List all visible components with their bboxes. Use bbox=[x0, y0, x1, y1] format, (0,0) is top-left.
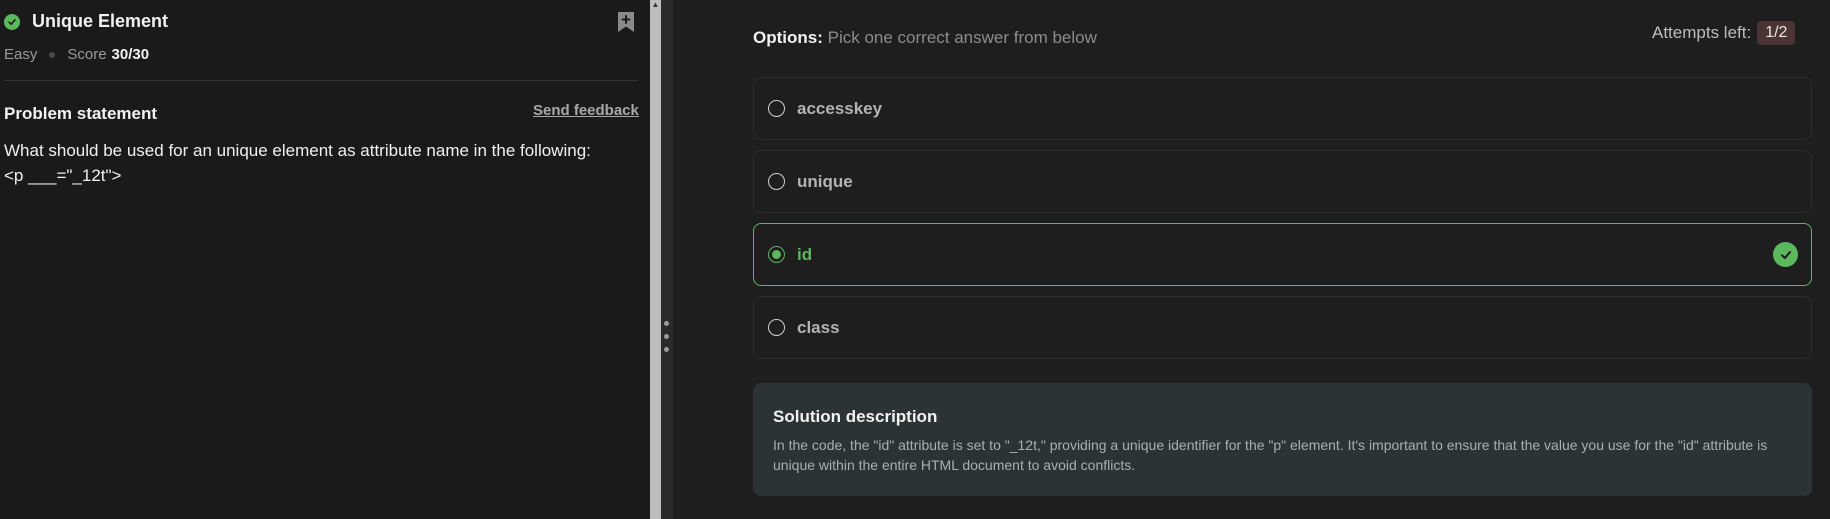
score-value: 30/30 bbox=[111, 46, 150, 63]
problem-statement: What should be used for an unique elemen… bbox=[4, 138, 644, 188]
option-label: unique bbox=[797, 171, 853, 191]
solution-title: Solution description bbox=[773, 407, 938, 426]
drag-dot-icon bbox=[664, 321, 669, 326]
attempts-indicator: Attempts left: 1/2 bbox=[1652, 21, 1796, 45]
answer-panel: Options: Pick one correct answer from be… bbox=[673, 0, 1830, 519]
option-unique[interactable]: unique bbox=[753, 150, 1812, 213]
app-root: Unique Element Easy Score 30/30 Problem … bbox=[0, 0, 1830, 519]
radio-selected-dot bbox=[772, 250, 781, 259]
radio-button-selected[interactable] bbox=[768, 246, 785, 263]
options-heading: Options: Pick one correct answer from be… bbox=[753, 28, 1097, 48]
statement-line: What should be used for an unique elemen… bbox=[4, 141, 591, 160]
attempts-label: Attempts left: bbox=[1652, 23, 1752, 42]
correct-check-icon bbox=[1773, 242, 1798, 267]
send-feedback-link[interactable]: Send feedback bbox=[533, 102, 639, 119]
panel-resize-handle[interactable] bbox=[661, 0, 673, 519]
problem-title: Unique Element bbox=[32, 11, 169, 31]
attempts-badge: 1/2 bbox=[1757, 21, 1796, 45]
solution-description: Solution description In the code, the "i… bbox=[753, 383, 1812, 496]
problem-meta: Easy Score 30/30 bbox=[4, 46, 149, 63]
radio-button[interactable] bbox=[768, 319, 785, 336]
option-accesskey[interactable]: accesskey bbox=[753, 77, 1812, 140]
problem-panel: Unique Element Easy Score 30/30 Problem … bbox=[0, 0, 650, 519]
score-label: Score bbox=[67, 46, 107, 63]
option-label: class bbox=[797, 317, 840, 337]
drag-dot-icon bbox=[664, 347, 669, 352]
options-heading-text: Pick one correct answer from below bbox=[822, 28, 1097, 47]
left-panel-scrollbar[interactable] bbox=[650, 0, 661, 519]
option-label: accesskey bbox=[797, 98, 883, 118]
separator-dot bbox=[49, 51, 56, 58]
bookmark-plus-icon[interactable] bbox=[616, 11, 636, 33]
scroll-up-arrow-icon[interactable]: ▲ bbox=[651, 0, 660, 10]
solved-check-icon bbox=[4, 13, 20, 30]
problem-header: Unique Element bbox=[4, 11, 168, 32]
radio-button[interactable] bbox=[768, 173, 785, 190]
problem-statement-heading: Problem statement bbox=[4, 104, 158, 123]
option-id[interactable]: id bbox=[753, 223, 1812, 286]
options-heading-bold: Options: bbox=[753, 28, 823, 47]
statement-code: <p ___="_12t"> bbox=[4, 166, 122, 185]
radio-button[interactable] bbox=[768, 100, 785, 117]
drag-dot-icon bbox=[664, 334, 669, 339]
difficulty-label: Easy bbox=[4, 46, 38, 63]
divider bbox=[4, 80, 638, 81]
solution-body: In the code, the "id" attribute is set t… bbox=[773, 437, 1768, 473]
option-label: id bbox=[797, 244, 813, 264]
option-class[interactable]: class bbox=[753, 296, 1812, 359]
